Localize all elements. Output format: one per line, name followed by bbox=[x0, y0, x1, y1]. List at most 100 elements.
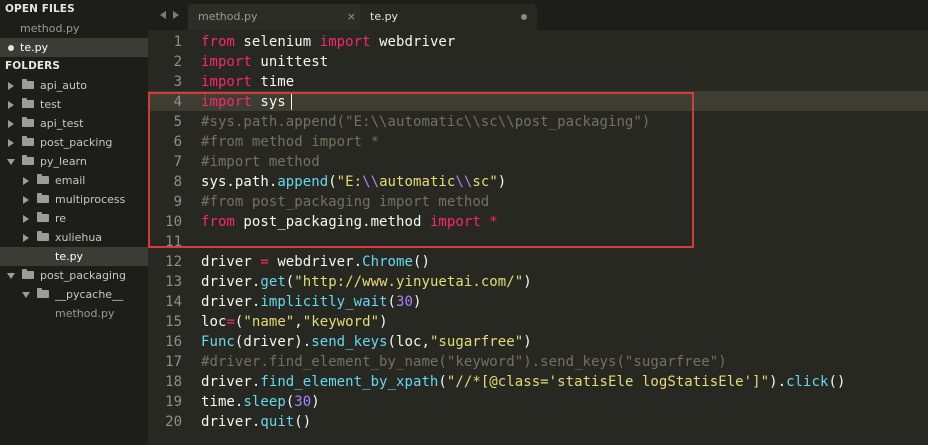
close-icon[interactable]: × bbox=[347, 4, 356, 30]
chevron-down-icon bbox=[7, 159, 15, 165]
code-line[interactable] bbox=[201, 232, 845, 252]
tab-nav-arrows[interactable] bbox=[158, 9, 182, 21]
folder-xuliehua[interactable]: xuliehua bbox=[0, 228, 148, 247]
code-line[interactable]: Func(driver).send_keys(loc,"sugarfree") bbox=[201, 332, 845, 352]
code-token: #import method bbox=[201, 154, 320, 170]
code-token: import bbox=[201, 94, 252, 110]
tab-method-py[interactable]: method.py × bbox=[188, 4, 364, 30]
code-token: webdriver. bbox=[268, 254, 363, 270]
code-token: selenium bbox=[234, 34, 320, 50]
line-number: 14 bbox=[165, 294, 182, 310]
line-number: 10 bbox=[165, 214, 182, 230]
code-area[interactable]: from selenium import webdriver import uni… bbox=[201, 32, 845, 432]
line-number: 16 bbox=[165, 334, 182, 350]
code-line[interactable]: import unittest bbox=[201, 52, 845, 72]
folder-label: py_learn bbox=[40, 155, 87, 168]
folder-icon bbox=[37, 212, 49, 222]
chevron-right-icon bbox=[8, 82, 14, 90]
code-line[interactable]: driver.quit() bbox=[201, 412, 845, 432]
folder-py-learn[interactable]: py_learn bbox=[0, 152, 148, 171]
chevron-down-icon bbox=[22, 292, 30, 298]
file-te-py[interactable]: te.py bbox=[0, 247, 148, 266]
code-token: append bbox=[277, 174, 329, 190]
code-token: send_keys bbox=[311, 334, 388, 350]
open-file-te-py[interactable]: te.py bbox=[0, 38, 148, 57]
folder-open-icon bbox=[37, 288, 49, 298]
code-token: #driver.find_element_by_name("keyword").… bbox=[201, 354, 727, 370]
code-token: "E: bbox=[336, 174, 363, 190]
folder-re[interactable]: re bbox=[0, 209, 148, 228]
code-line[interactable]: driver.implicitly_wait(30) bbox=[201, 292, 845, 312]
code-token: sc" bbox=[472, 174, 498, 190]
code-token: ) bbox=[413, 294, 422, 310]
code-token: \\ bbox=[455, 174, 473, 190]
line-number: 5 bbox=[173, 114, 182, 130]
folder-label: multiprocess bbox=[55, 193, 126, 206]
code-line[interactable]: sys.path.append("E:\\automatic\\sc") bbox=[201, 172, 845, 192]
code-line[interactable]: from selenium import webdriver bbox=[201, 32, 845, 52]
folder-api-auto[interactable]: api_auto bbox=[0, 76, 148, 95]
code-token: find_element_by_xpath bbox=[260, 374, 439, 390]
code-token: ) bbox=[379, 314, 388, 330]
folder-post-packaging[interactable]: post_packaging bbox=[0, 266, 148, 285]
code-token: quit bbox=[260, 414, 295, 430]
code-line[interactable]: loc=("name","keyword") bbox=[201, 312, 845, 332]
code-line[interactable]: #from method import * bbox=[201, 132, 845, 152]
folder-email[interactable]: email bbox=[0, 171, 148, 190]
tab-bar: method.py × te.py bbox=[148, 0, 928, 30]
unsaved-dot-icon[interactable] bbox=[521, 14, 527, 20]
code-line[interactable]: #from post_packaging import method bbox=[201, 192, 845, 212]
code-line[interactable]: import time bbox=[201, 72, 845, 92]
open-files-header: OPEN FILES bbox=[5, 3, 75, 15]
code-token: sleep bbox=[243, 394, 286, 410]
file-label: te.py bbox=[55, 250, 84, 263]
code-token: implicitly_wait bbox=[260, 294, 388, 310]
folder-icon bbox=[37, 231, 49, 241]
file-method-py[interactable]: method.py bbox=[0, 304, 148, 323]
tab-te-py[interactable]: te.py bbox=[360, 4, 537, 30]
code-token: Chrome bbox=[362, 254, 413, 270]
code-token: import bbox=[429, 214, 481, 230]
line-number: 7 bbox=[173, 154, 182, 170]
folder-post-packing[interactable]: post_packing bbox=[0, 133, 148, 152]
line-number-gutter: 1 2 3 4 5 6 7 8 9 10 11 12 13 14 15 16 17 18 19 20 bbox=[148, 32, 182, 432]
folder-test[interactable]: test bbox=[0, 95, 148, 114]
folder-pycache[interactable]: __pycache__ bbox=[0, 285, 148, 304]
line-number: 9 bbox=[173, 194, 182, 210]
folder-label: xuliehua bbox=[55, 231, 103, 244]
code-token: webdriver bbox=[370, 34, 456, 50]
code-line[interactable]: driver = webdriver.Chrome() bbox=[201, 252, 845, 272]
code-token: sys.path. bbox=[201, 174, 278, 190]
code-editor[interactable]: 1 2 3 4 5 6 7 8 9 10 11 12 13 14 15 16 17 18 19 20 from sel… bbox=[148, 30, 928, 445]
line-number: 8 bbox=[173, 174, 182, 190]
chevron-down-icon bbox=[7, 273, 15, 279]
code-line[interactable]: driver.find_element_by_xpath("//*[@class… bbox=[201, 372, 845, 392]
folder-multiprocess[interactable]: multiprocess bbox=[0, 190, 148, 209]
code-token: #sys.path.append("E:\\automatic\\sc\\pos… bbox=[201, 114, 651, 130]
tab-label: method.py bbox=[198, 10, 258, 23]
code-line[interactable]: #import method bbox=[201, 152, 845, 172]
code-token: post_packaging.method bbox=[234, 214, 430, 230]
open-file-method-py[interactable]: method.py bbox=[0, 19, 148, 38]
code-token: loc bbox=[201, 314, 227, 330]
line-number: 2 bbox=[173, 54, 182, 70]
line-number: 20 bbox=[165, 414, 182, 430]
code-line[interactable]: #driver.find_element_by_name("keyword").… bbox=[201, 352, 845, 372]
code-line[interactable]: import sys bbox=[201, 92, 845, 112]
code-token: ) bbox=[523, 274, 532, 290]
folder-icon bbox=[22, 98, 34, 108]
chevron-right-icon[interactable] bbox=[173, 11, 179, 19]
code-token: from bbox=[201, 34, 235, 50]
code-line[interactable]: #sys.path.append("E:\\automatic\\sc\\pos… bbox=[201, 112, 845, 132]
code-token: Func bbox=[201, 334, 235, 350]
code-token: 30 bbox=[396, 294, 413, 310]
folder-api-test[interactable]: api_test bbox=[0, 114, 148, 133]
code-token: #from method import * bbox=[201, 134, 380, 150]
code-line[interactable]: from post_packaging.method import * bbox=[201, 212, 845, 232]
code-token: = bbox=[226, 314, 235, 330]
chevron-right-icon bbox=[8, 139, 14, 147]
code-line[interactable]: driver.get("http://www.yinyuetai.com/") bbox=[201, 272, 845, 292]
code-line[interactable]: time.sleep(30) bbox=[201, 392, 845, 412]
line-number: 11 bbox=[165, 234, 182, 250]
chevron-left-icon[interactable] bbox=[160, 11, 166, 19]
